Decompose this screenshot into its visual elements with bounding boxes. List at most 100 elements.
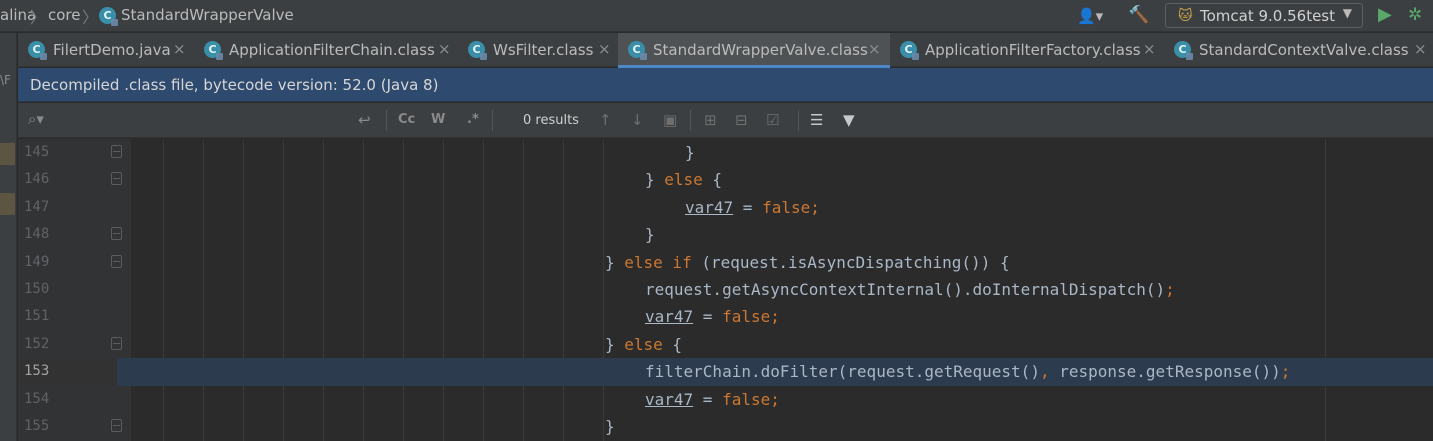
navigation-bar: alina 〉 core 〉 C StandardWrapperValve 👤▾… (0, 0, 1433, 32)
project-panel-edge: \F (0, 33, 17, 441)
search-icon[interactable]: ⌕▾ (28, 110, 44, 128)
run-configuration-label: Tomcat 9.0.56test (1200, 7, 1336, 25)
tab-application-filter-factory[interactable]: C ApplicationFilterFactory.class × (890, 33, 1162, 67)
chevron-down-icon: ▼ (1342, 6, 1352, 20)
fold-marker-icon[interactable] (111, 336, 122, 350)
tab-application-filter-chain[interactable]: C ApplicationFilterChain.class × (194, 33, 456, 67)
close-icon[interactable]: × (173, 40, 186, 58)
code-text: } else { (645, 170, 723, 190)
tab-wsfilter[interactable]: C WsFilter.class × (458, 33, 618, 67)
close-icon[interactable]: × (438, 40, 451, 58)
close-icon[interactable]: × (1143, 40, 1156, 58)
class-file-icon: C (28, 41, 47, 60)
code-editor[interactable]: 145 } 146 } else { 147 var47 = false; 14… (18, 139, 1433, 441)
funnel-icon[interactable]: ▼ (843, 111, 855, 129)
select-occurrences-icon[interactable]: ☑ (766, 111, 779, 129)
class-file-icon: C (204, 41, 223, 60)
arrow-down-icon[interactable]: ↓ (631, 111, 644, 129)
hammer-icon[interactable]: 🔨 (1128, 5, 1149, 25)
tab-label: WsFilter.class (493, 41, 594, 59)
close-icon[interactable]: × (868, 40, 881, 58)
class-file-icon: C (99, 7, 118, 26)
tab-standard-context-valve[interactable]: C StandardContextValve.class × (1164, 33, 1433, 67)
code-text: request.getAsyncContextInternal().doInte… (645, 280, 1175, 299)
add-occurrence-icon[interactable]: ⊞ (704, 111, 717, 129)
user-icon[interactable]: 👤▾ (1077, 6, 1103, 26)
line-number: 154 (24, 390, 50, 407)
tomcat-icon: 🐱 (1178, 8, 1193, 24)
tab-label: FilertDemo.java (53, 41, 171, 59)
code-line[interactable]: 148 } (18, 221, 1433, 248)
debug-icon[interactable]: ✲ (1408, 5, 1422, 25)
separator (798, 110, 799, 131)
regex-toggle[interactable]: .* (467, 112, 479, 127)
code-line-current[interactable]: 153 filterChain.doFilter(request.getRequ… (18, 358, 1433, 386)
run-configuration-selector[interactable]: 🐱 Tomcat 9.0.56test ▼ (1165, 3, 1363, 28)
tab-filertdemo[interactable]: C FilertDemo.java × (18, 33, 190, 67)
filter-options-icon[interactable]: ☰ (810, 111, 823, 129)
remove-occurrence-icon[interactable]: ⊟ (735, 111, 748, 129)
match-case-toggle[interactable]: Cc (398, 112, 415, 127)
fold-marker-icon[interactable] (111, 254, 122, 268)
code-text: filterChain.doFilter(request.getRequest(… (645, 362, 1291, 382)
select-all-occurrences-icon[interactable]: ▣ (663, 111, 677, 129)
code-text: } else { (605, 334, 683, 354)
line-number: 147 (24, 198, 50, 215)
separator (386, 110, 387, 131)
arrow-up-icon[interactable]: ↑ (599, 111, 612, 129)
code-line[interactable]: 151 var47 = false; (18, 303, 1433, 330)
close-icon[interactable]: × (598, 40, 611, 58)
code-line[interactable]: 155 } (18, 413, 1433, 440)
code-text: } else if (request.isAsyncDispatching())… (605, 252, 1010, 272)
code-line[interactable]: 150 request.getAsyncContextInternal().do… (18, 276, 1433, 303)
separator (690, 110, 691, 131)
code-line[interactable]: 149 } else if (request.isAsyncDispatchin… (18, 249, 1433, 276)
newline-icon[interactable]: ↩ (358, 111, 371, 129)
find-toolbar: ⌕▾ ↩ Cc W .* 0 results ↑ ↓ ▣ ⊞ ⊟ ☑ ☰ ▼ (18, 103, 1433, 138)
tab-label: StandardContextValve.class (1199, 41, 1409, 59)
code-text: } (605, 417, 615, 436)
project-path-fragment: \F (0, 73, 11, 87)
run-icon[interactable]: ▶ (1378, 5, 1392, 25)
banner-text: Decompiled .class file, bytecode version… (30, 76, 439, 94)
line-number: 155 (24, 418, 50, 434)
breadcrumb-standard-wrapper-valve[interactable]: StandardWrapperValve (121, 6, 294, 24)
tab-standard-wrapper-valve[interactable]: C StandardWrapperValve.class × (618, 33, 890, 68)
code-line[interactable]: 145 } (18, 139, 1433, 166)
class-file-icon: C (628, 41, 647, 60)
code-line[interactable]: 146 } else { (18, 166, 1433, 193)
line-number: 146 (24, 171, 50, 188)
code-text: } (685, 143, 695, 162)
highlight-marker (0, 143, 15, 165)
code-text: var47 = false; (645, 389, 780, 409)
code-text: } (645, 225, 655, 245)
highlight-marker (0, 193, 15, 215)
code-line[interactable]: 152 } else { (18, 331, 1433, 358)
class-file-icon: C (468, 41, 487, 60)
tab-label: ApplicationFilterFactory.class (925, 41, 1141, 59)
fold-marker-icon[interactable] (111, 227, 122, 241)
whole-words-toggle[interactable]: W (431, 112, 445, 127)
line-number: 153 (24, 363, 50, 380)
fold-marker-icon[interactable] (111, 145, 122, 158)
code-line[interactable]: 147 var47 = false; (18, 194, 1433, 221)
line-number: 152 (24, 335, 50, 352)
line-number: 151 (24, 308, 50, 325)
line-number: 150 (24, 281, 50, 297)
line-number: 145 (24, 144, 50, 160)
class-file-icon: C (1174, 41, 1193, 60)
code-text: var47 = false; (685, 197, 820, 217)
tab-label: StandardWrapperValve.class (653, 41, 868, 59)
line-number: 148 (24, 226, 50, 243)
fold-marker-icon[interactable] (111, 172, 122, 186)
decompiled-notice-banner: Decompiled .class file, bytecode version… (18, 68, 1433, 102)
breadcrumb-core[interactable]: core (48, 6, 81, 24)
code-line[interactable]: 154 var47 = false; (18, 386, 1433, 413)
chevron-right-icon: 〉 (82, 8, 99, 27)
search-results-count: 0 results (523, 113, 579, 128)
separator (492, 110, 493, 131)
chevron-right-icon: 〉 (30, 8, 47, 27)
line-number: 149 (24, 253, 50, 270)
close-icon[interactable]: × (1414, 40, 1427, 58)
fold-marker-icon[interactable] (111, 419, 122, 432)
